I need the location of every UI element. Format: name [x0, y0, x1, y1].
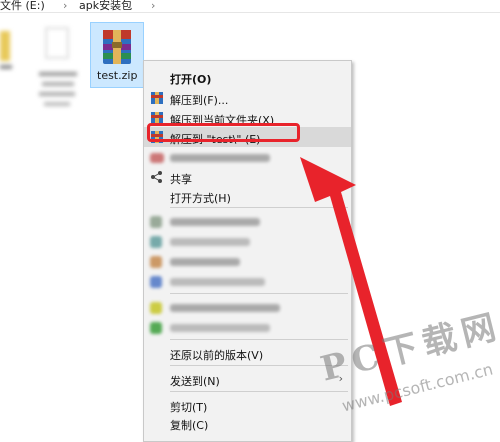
annotation-arrow-icon [300, 157, 402, 406]
